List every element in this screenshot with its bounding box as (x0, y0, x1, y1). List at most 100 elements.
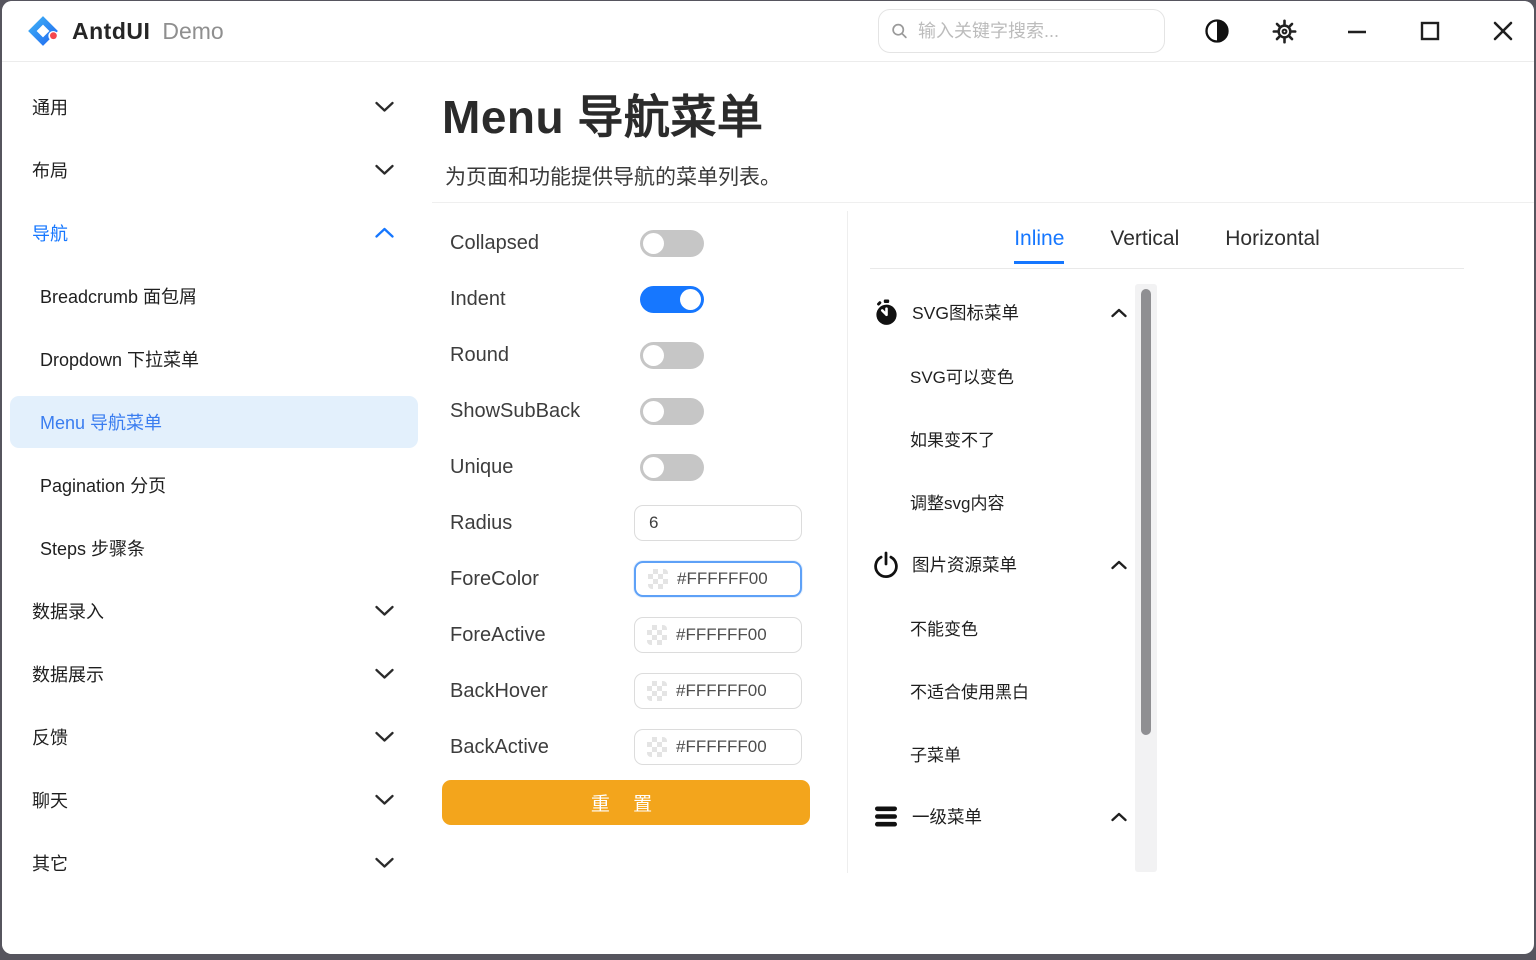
config-row-backactive: BackActive #FFFFFF00 (450, 719, 806, 775)
page-title: Menu 导航菜单 (442, 81, 763, 147)
toggle-knob (680, 289, 701, 310)
demo-menu-label: 不适合使用黑白 (910, 678, 1029, 703)
chevron-down-icon (375, 606, 394, 617)
sidebar-item-pagination[interactable]: Pagination 分页 (2, 459, 432, 511)
sidebar-item-steps[interactable]: Steps 步骤条 (2, 522, 432, 574)
sidebar-item-label: Steps 步骤条 (40, 535, 145, 561)
panel-divider (847, 211, 848, 873)
sidebar-category-label: 反馈 (32, 724, 68, 750)
theme-toggle-button[interactable] (1198, 13, 1236, 49)
header-divider (432, 202, 1534, 203)
radius-input[interactable] (647, 512, 789, 534)
sidebar-item-dropdown[interactable]: Dropdown 下拉菜单 (2, 333, 432, 385)
search-input[interactable] (916, 20, 1152, 43)
page-description: 为页面和功能提供导航的菜单列表。 (445, 161, 781, 191)
demo-menu-item[interactable]: 调整svg内容 (870, 470, 1133, 533)
search-box[interactable] (878, 9, 1165, 53)
forecolor-input[interactable]: #FFFFFF00 (634, 561, 802, 597)
field-label: ForeActive (450, 624, 546, 647)
config-row-forecolor: ForeColor #FFFFFF00 (450, 551, 806, 607)
toggle-label: ShowSubBack (450, 400, 580, 423)
toggle-knob (643, 457, 664, 478)
demo-tabs: Inline Vertical Horizontal (870, 227, 1464, 264)
minimize-button[interactable] (1338, 13, 1376, 49)
sidebar-category-data-entry[interactable]: 数据录入 (2, 585, 432, 637)
close-icon (1491, 19, 1515, 43)
chevron-down-icon (375, 102, 394, 113)
gear-icon (1271, 18, 1298, 45)
sidebar-category-layout[interactable]: 布局 (2, 144, 432, 196)
tabs-divider (870, 268, 1464, 269)
sidebar-item-menu[interactable]: Menu 导航菜单 (10, 396, 418, 448)
app-window: AntdUI Demo (2, 1, 1534, 954)
toggle-label: Unique (450, 456, 513, 479)
showsubback-toggle[interactable] (640, 398, 704, 425)
close-button[interactable] (1484, 13, 1522, 49)
demo-menu-label: 子菜单 (910, 741, 961, 766)
demo-menu-label: SVG可以变色 (910, 363, 1014, 388)
sidebar-item-breadcrumb[interactable]: Breadcrumb 面包屑 (2, 270, 432, 322)
demo-menu-item[interactable]: 不能变色 (870, 596, 1133, 659)
sidebar-item-label: Breadcrumb 面包屑 (40, 283, 197, 309)
chevron-down-icon (375, 732, 394, 743)
demo-menu-item[interactable]: SVG可以变色 (870, 344, 1133, 407)
color-value: #FFFFFF00 (676, 681, 767, 701)
transparency-swatch (647, 737, 667, 757)
sidebar-category-chat[interactable]: 聊天 (2, 774, 432, 826)
config-row-radius: Radius (450, 495, 806, 551)
settings-button[interactable] (1265, 13, 1303, 49)
indent-toggle[interactable] (640, 286, 704, 313)
foreactive-input[interactable]: #FFFFFF00 (634, 617, 802, 653)
hamburger-icon (870, 804, 902, 829)
chevron-down-icon (375, 669, 394, 680)
maximize-button[interactable] (1411, 13, 1449, 49)
demo-menu-group-image[interactable]: 图片资源菜单 (870, 533, 1133, 596)
minimize-icon (1345, 19, 1369, 43)
demo-menu-label: SVG图标菜单 (912, 300, 1019, 325)
tab-inline[interactable]: Inline (1014, 227, 1064, 264)
unique-toggle[interactable] (640, 454, 704, 481)
radius-input-box (634, 505, 802, 541)
config-row-showsubback: ShowSubBack (450, 383, 806, 439)
sidebar-category-label: 通用 (32, 94, 68, 120)
demo-menu-label: 不能变色 (910, 615, 978, 640)
round-toggle[interactable] (640, 342, 704, 369)
reset-button[interactable]: 重 置 (442, 780, 810, 825)
sidebar-category-label: 其它 (32, 850, 68, 876)
demo-menu-label: 调整svg内容 (910, 489, 1004, 514)
toggle-label: Round (450, 344, 509, 367)
chevron-up-icon (1111, 812, 1127, 821)
search-icon (891, 22, 908, 40)
theme-contrast-icon (1203, 17, 1231, 45)
sidebar-category-data-display[interactable]: 数据展示 (2, 648, 432, 700)
sidebar-item-label: Dropdown 下拉菜单 (40, 346, 199, 372)
field-label: ForeColor (450, 568, 539, 591)
color-value: #FFFFFF00 (676, 625, 767, 645)
collapsed-toggle[interactable] (640, 230, 704, 257)
config-row-unique: Unique (450, 439, 806, 495)
demo-scrollbar-thumb[interactable] (1141, 289, 1151, 735)
sidebar-category-feedback[interactable]: 反馈 (2, 711, 432, 763)
backhover-input[interactable]: #FFFFFF00 (634, 673, 802, 709)
demo-menu-group-svg[interactable]: SVG图标菜单 (870, 281, 1133, 344)
sidebar: 通用 布局 导航 Breadcrumb 面包屑 (2, 62, 432, 954)
chevron-down-icon (375, 795, 394, 806)
demo-menu-group-top-level[interactable]: 一级菜单 (870, 785, 1133, 848)
demo-scrollbar-track[interactable] (1135, 284, 1157, 872)
backactive-input[interactable]: #FFFFFF00 (634, 729, 802, 765)
sidebar-category-common[interactable]: 通用 (2, 81, 432, 133)
demo-menu-label: 如果变不了 (910, 426, 995, 451)
sidebar-category-navigation[interactable]: 导航 (2, 207, 432, 259)
config-row-backhover: BackHover #FFFFFF00 (450, 663, 806, 719)
tab-vertical[interactable]: Vertical (1110, 227, 1179, 264)
tab-horizontal[interactable]: Horizontal (1225, 227, 1320, 264)
sidebar-category-other[interactable]: 其它 (2, 837, 432, 889)
brand: AntdUI Demo (26, 1, 224, 61)
demo-menu-item[interactable]: 如果变不了 (870, 407, 1133, 470)
toggle-knob (643, 233, 664, 254)
demo-menu-item[interactable]: 不适合使用黑白 (870, 659, 1133, 722)
app-subtitle: Demo (162, 18, 223, 45)
demo-menu-item[interactable]: 子菜单 (870, 722, 1133, 785)
sidebar-category-label: 导航 (32, 220, 68, 246)
config-row-foreactive: ForeActive #FFFFFF00 (450, 607, 806, 663)
